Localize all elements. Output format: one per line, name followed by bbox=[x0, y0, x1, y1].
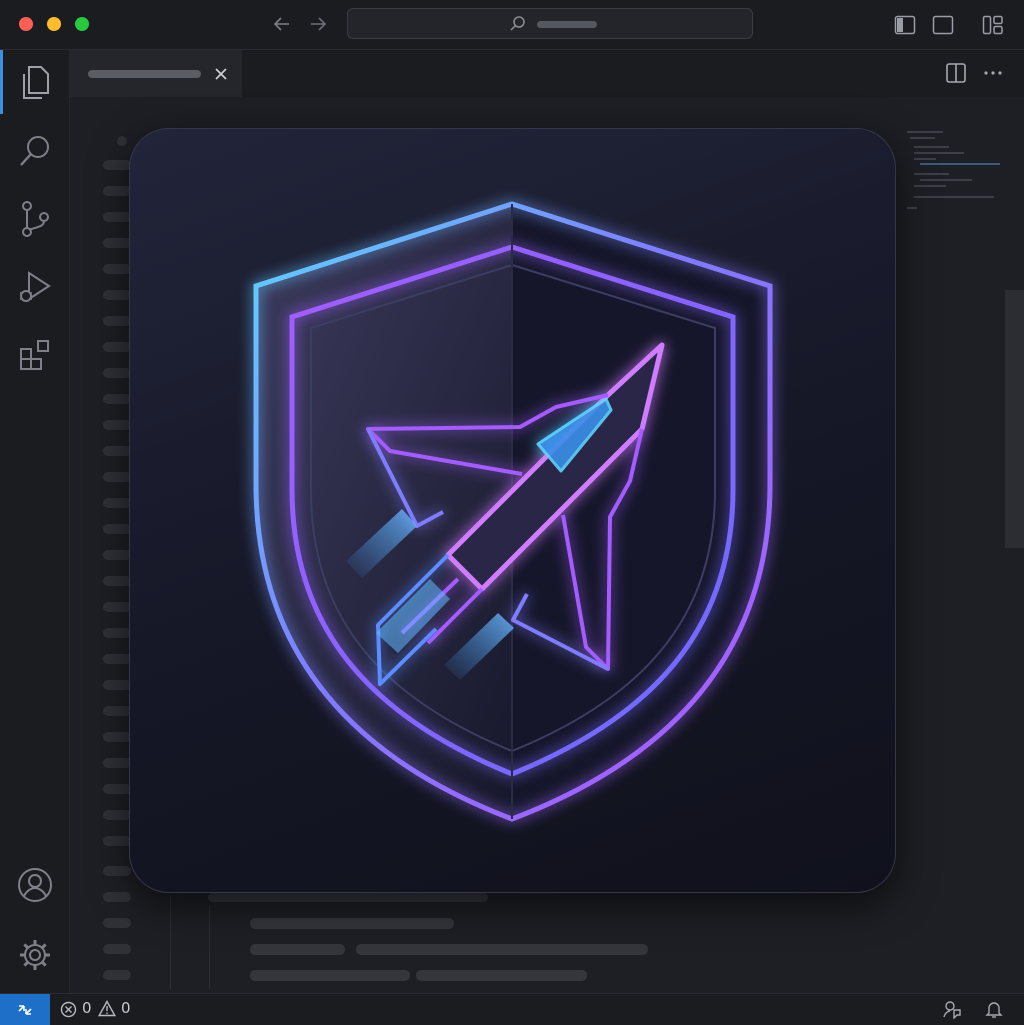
remote-indicator[interactable] bbox=[0, 994, 50, 1025]
code-line bbox=[250, 944, 345, 955]
extensions-icon bbox=[20, 340, 49, 370]
activity-manage[interactable] bbox=[12, 932, 58, 978]
gutter-line bbox=[103, 550, 131, 560]
gutter-line bbox=[103, 472, 131, 482]
gutter-line bbox=[103, 394, 131, 404]
split-editor-icon[interactable] bbox=[945, 62, 967, 84]
warning-icon bbox=[98, 1000, 116, 1017]
notifications-bell-icon[interactable] bbox=[985, 1000, 1003, 1019]
logo-preview-card bbox=[129, 128, 896, 893]
shield-rocket-logo bbox=[253, 201, 773, 822]
command-center-search[interactable] bbox=[347, 8, 753, 39]
remote-connection-icon bbox=[18, 1004, 32, 1015]
activity-search[interactable] bbox=[12, 128, 58, 174]
code-line bbox=[416, 970, 587, 981]
gutter-line bbox=[117, 136, 127, 146]
gutter-line bbox=[103, 602, 131, 612]
gutter-line bbox=[103, 654, 131, 664]
gutter-line bbox=[103, 160, 131, 170]
code-line bbox=[356, 944, 648, 955]
activity-source-control[interactable] bbox=[12, 196, 58, 242]
error-count: 0 bbox=[82, 999, 92, 1017]
gutter-line bbox=[103, 784, 131, 794]
gutter-line bbox=[103, 758, 131, 768]
gutter-line bbox=[103, 290, 131, 300]
minimap-line bbox=[920, 179, 972, 181]
feedback-icon[interactable] bbox=[942, 1000, 962, 1019]
gutter-line bbox=[103, 944, 131, 954]
toggle-panel-icon[interactable] bbox=[931, 13, 955, 37]
gutter-line bbox=[103, 446, 131, 456]
gutter-line bbox=[103, 576, 131, 586]
gutter-line bbox=[103, 186, 131, 196]
gutter-line bbox=[103, 810, 131, 820]
gutter-line bbox=[103, 342, 131, 352]
status-bar: 0 0 bbox=[0, 993, 1024, 1025]
gutter-line bbox=[103, 680, 131, 690]
activity-bar bbox=[0, 50, 70, 993]
gutter-line bbox=[103, 238, 131, 248]
active-view-indicator bbox=[0, 50, 3, 114]
code-line bbox=[208, 893, 488, 902]
settings-gear-icon bbox=[20, 940, 50, 970]
minimap-line bbox=[914, 146, 949, 148]
arrow-right-icon[interactable] bbox=[306, 12, 330, 36]
code-line bbox=[250, 970, 410, 981]
tab-title-bar bbox=[88, 70, 201, 78]
gutter-line bbox=[103, 316, 131, 326]
minimap-line bbox=[907, 207, 917, 209]
vertical-scrollbar[interactable] bbox=[1005, 290, 1024, 548]
run-debug-icon bbox=[20, 271, 51, 302]
warning-count: 0 bbox=[121, 999, 131, 1017]
minimap-line bbox=[914, 185, 946, 187]
code-line bbox=[250, 918, 454, 929]
activity-accounts[interactable] bbox=[12, 862, 58, 908]
activity-run-debug[interactable] bbox=[12, 264, 58, 310]
gutter-line bbox=[103, 264, 131, 274]
activity-explorer[interactable] bbox=[12, 60, 58, 106]
minimap-line bbox=[907, 131, 943, 133]
minimap-line bbox=[914, 173, 949, 175]
gutter-line bbox=[103, 628, 131, 638]
more-actions-icon[interactable] bbox=[982, 64, 1004, 82]
toggle-primary-sidebar-icon[interactable] bbox=[893, 13, 917, 37]
minimize-window-button[interactable] bbox=[47, 17, 61, 31]
arrow-left-icon[interactable] bbox=[270, 12, 294, 36]
customize-layout-icon[interactable] bbox=[981, 13, 1005, 37]
minimap-line bbox=[920, 163, 1000, 165]
minimap-line bbox=[914, 158, 936, 160]
gutter-line bbox=[103, 892, 131, 902]
gutter-line bbox=[103, 420, 131, 430]
gutter-line bbox=[103, 498, 131, 508]
close-window-button[interactable] bbox=[19, 17, 33, 31]
indent-guide bbox=[209, 905, 210, 990]
search-placeholder-bar bbox=[537, 21, 597, 28]
minimap-line bbox=[910, 137, 935, 139]
minimap-line bbox=[914, 152, 964, 154]
search-icon bbox=[510, 16, 525, 31]
indent-guide bbox=[170, 895, 171, 990]
gutter-line bbox=[103, 212, 131, 222]
gutter-line bbox=[103, 918, 131, 928]
maximize-window-button[interactable] bbox=[75, 17, 89, 31]
minimap-line bbox=[914, 196, 994, 198]
gutter-line bbox=[103, 368, 131, 378]
title-bar bbox=[0, 0, 1024, 50]
error-icon bbox=[60, 1001, 77, 1018]
explorer-icon bbox=[23, 66, 49, 99]
gutter-line bbox=[103, 732, 131, 742]
editor-tab-active[interactable] bbox=[70, 50, 242, 97]
gutter-line bbox=[103, 524, 131, 534]
account-icon bbox=[18, 868, 52, 902]
source-control-icon bbox=[22, 201, 49, 237]
gutter-line bbox=[103, 866, 131, 876]
activity-extensions[interactable] bbox=[12, 332, 58, 378]
close-icon[interactable] bbox=[213, 66, 229, 82]
gutter-line bbox=[103, 706, 131, 716]
gutter-line bbox=[103, 970, 131, 980]
gutter-line bbox=[103, 836, 131, 846]
search-icon bbox=[20, 136, 49, 166]
